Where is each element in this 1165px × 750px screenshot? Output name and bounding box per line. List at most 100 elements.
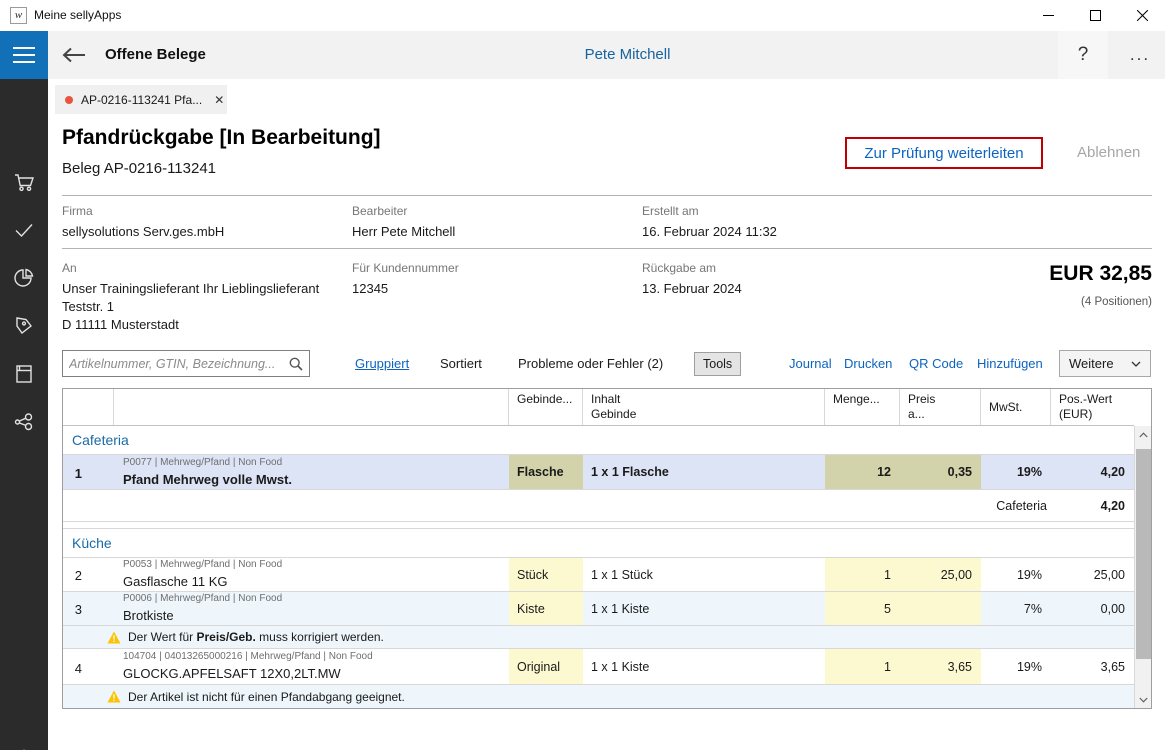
col-menge[interactable]: Menge... (825, 389, 900, 425)
sidebar-item-settings[interactable]: ⚙ (0, 734, 48, 750)
col-preis[interactable]: Preis a... (900, 389, 981, 425)
close-icon (1137, 10, 1148, 21)
an-address: Unser Trainingslieferant Ihr Lieblingsli… (62, 280, 319, 334)
sidebar-item-reports[interactable] (0, 254, 48, 302)
journal-link[interactable]: Journal (789, 356, 832, 371)
preis-cell[interactable]: 25,00 (900, 558, 981, 591)
subtotal-label: Cafeteria (981, 490, 1051, 521)
menge-cell[interactable]: 5 (825, 592, 900, 625)
erstellt-am-label: Erstellt am (642, 204, 699, 218)
warning-text: Der Wert für Preis/Geb. muss korrigiert … (128, 630, 384, 644)
gebinde-cell[interactable]: Flasche (509, 455, 583, 489)
scrollbar-thumb[interactable] (1136, 449, 1151, 659)
search-input[interactable] (69, 357, 289, 371)
col-gebinde[interactable]: Gebinde... (509, 389, 583, 425)
col-mwst[interactable]: MwSt. (981, 389, 1051, 425)
tab-close-icon[interactable]: ✕ (214, 93, 224, 107)
sidebar: ⚙ (0, 79, 48, 750)
group-header-kueche[interactable]: Küche (63, 529, 1134, 558)
sidebar-item-tasks[interactable] (0, 206, 48, 254)
preis-cell[interactable]: 0,35 (900, 455, 981, 489)
help-button[interactable]: ? (1058, 31, 1108, 79)
filter-gruppiert[interactable]: Gruppiert (355, 356, 409, 371)
header-more-button[interactable]: ... (1115, 31, 1165, 79)
bearbeiter-label: Bearbeiter (352, 204, 407, 218)
user-name-link[interactable]: Pete Mitchell (90, 31, 1165, 79)
article-cell: 104704 | 04013265000216 | Mehrweg/Pfand … (114, 649, 509, 684)
bearbeiter-value: Herr Pete Mitchell (352, 223, 455, 241)
group-header-cafeteria[interactable]: Cafeteria (63, 426, 1134, 455)
chevron-up-icon (1139, 432, 1148, 438)
col-pos-wert[interactable]: Pos.-Wert (EUR) (1051, 389, 1134, 425)
preis-cell[interactable] (900, 592, 981, 625)
vertical-scrollbar[interactable] (1134, 426, 1151, 708)
article-name: GLOCKG.APFELSAFT 12X0,2LT.MW (123, 665, 509, 682)
tools-button[interactable]: Tools (694, 352, 741, 376)
document-number: Beleg AP-0216-113241 (62, 160, 216, 177)
menge-cell[interactable]: 1 (825, 649, 900, 684)
table-row[interactable]: 1 P0077 | Mehrweg/Pfand | Non Food Pfand… (63, 455, 1134, 490)
cart-icon (12, 170, 36, 194)
minimize-button[interactable] (1025, 0, 1071, 31)
gebinde-cell[interactable]: Kiste (509, 592, 583, 625)
forward-for-review-button[interactable]: Zur Prüfung weiterleiten (864, 145, 1023, 162)
menu-button[interactable] (0, 31, 48, 79)
maximize-button[interactable] (1072, 0, 1118, 31)
back-button[interactable] (54, 31, 94, 79)
reject-button[interactable]: Ablehnen (1077, 144, 1140, 161)
an-line1: Unser Trainingslieferant Ihr Lieblingsli… (62, 280, 319, 298)
tab-label: AP-0216-113241 Pfa... (81, 93, 202, 107)
warning-icon (107, 631, 121, 644)
row-warning: Der Wert für Preis/Geb. muss korrigiert … (63, 626, 1134, 649)
an-line2: Teststr. 1 (62, 298, 319, 316)
gebinde-cell[interactable]: Original (509, 649, 583, 684)
row-number: 1 (63, 455, 114, 489)
article-search-box[interactable] (62, 350, 310, 377)
scroll-down-button[interactable] (1135, 691, 1152, 708)
col-inhalt[interactable]: Inhalt Gebinde (583, 389, 825, 425)
sidebar-item-cart[interactable] (0, 158, 48, 206)
group-spacer (63, 522, 1134, 529)
firma-label: Firma (62, 204, 93, 218)
document-tab[interactable]: AP-0216-113241 Pfa... ✕ (55, 85, 227, 114)
rueckgabe-am-value: 13. Februar 2024 (642, 280, 742, 298)
inhalt-cell: 1 x 1 Flasche (583, 455, 825, 489)
table-row[interactable]: 3 P0006 | Mehrweg/Pfand | Non Food Brotk… (63, 592, 1134, 626)
filter-sortiert[interactable]: Sortiert (440, 356, 482, 371)
scroll-up-button[interactable] (1135, 426, 1152, 443)
firma-value: sellysolutions Serv.ges.mbH (62, 223, 224, 241)
hinzufuegen-link[interactable]: Hinzufügen (977, 356, 1043, 371)
drucken-link[interactable]: Drucken (844, 356, 892, 371)
gebinde-cell[interactable]: Stück (509, 558, 583, 591)
table-row[interactable]: 4 104704 | 04013265000216 | Mehrweg/Pfan… (63, 649, 1134, 685)
article-cell: P0077 | Mehrweg/Pfand | Non Food Pfand M… (114, 455, 509, 489)
article-name: Pfand Mehrweg volle Mwst. (123, 471, 509, 488)
close-button[interactable] (1119, 0, 1165, 31)
inhalt-cell: 1 x 1 Kiste (583, 592, 825, 625)
preis-cell[interactable]: 3,65 (900, 649, 981, 684)
article-cell: P0053 | Mehrweg/Pfand | Non Food Gasflas… (114, 558, 509, 591)
row-number: 3 (63, 592, 114, 625)
sidebar-item-network[interactable] (0, 398, 48, 446)
document-total: EUR 32,85 (1049, 262, 1152, 286)
menge-cell[interactable]: 1 (825, 558, 900, 591)
unsaved-dot-icon (65, 96, 73, 104)
maximize-icon (1090, 10, 1101, 21)
sidebar-item-catalog[interactable] (0, 350, 48, 398)
divider (62, 248, 1152, 249)
row-number: 4 (63, 649, 114, 684)
price-tag-icon (12, 314, 36, 338)
filter-probleme[interactable]: Probleme oder Fehler (2) (518, 356, 663, 371)
pie-chart-icon (12, 266, 36, 290)
weitere-dropdown[interactable]: Weitere (1059, 350, 1151, 377)
qr-code-link[interactable]: QR Code (909, 356, 963, 371)
warning-text: Der Artikel ist nicht für einen Pfandabg… (128, 690, 405, 704)
sidebar-item-pricing[interactable] (0, 302, 48, 350)
positions-count: (4 Positionen) (1081, 296, 1152, 308)
erstellt-am-value: 16. Februar 2024 11:32 (642, 223, 777, 241)
divider (62, 195, 1152, 196)
menge-cell[interactable]: 12 (825, 455, 900, 489)
an-label: An (62, 261, 77, 275)
search-icon[interactable] (289, 357, 303, 371)
table-row[interactable]: 2 P0053 | Mehrweg/Pfand | Non Food Gasfl… (63, 558, 1134, 592)
